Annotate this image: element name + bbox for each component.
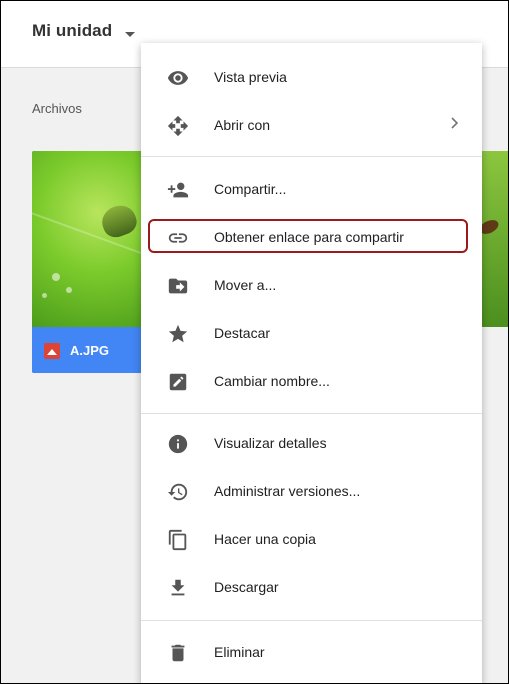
menu-item-label: Hacer una copia (214, 531, 316, 547)
chevron-right-icon (450, 116, 460, 130)
menu-item-label: Mover a... (214, 277, 277, 293)
menu-item-visualizar-detalles[interactable]: Visualizar detalles (141, 419, 482, 467)
water-drop (66, 287, 72, 293)
menu-item-descargar[interactable]: Descargar (141, 563, 482, 611)
menu-item-label: Abrir con (214, 117, 271, 133)
file-footer[interactable]: A.JPG (32, 327, 152, 373)
menu-divider (141, 620, 482, 621)
menu-item-hacer-copia[interactable]: Hacer una copia (141, 515, 482, 563)
files-section-label: Archivos (32, 101, 82, 116)
menu-item-obtener-enlace[interactable]: Obtener enlace para compartir (141, 213, 482, 261)
menu-item-label: Vista previa (214, 69, 287, 85)
image-icon (44, 343, 60, 359)
link-icon (167, 227, 189, 249)
menu-item-label: Administrar versiones... (214, 483, 361, 499)
chevron-down-icon[interactable] (125, 32, 135, 37)
menu-item-cambiar-nombre[interactable]: Cambiar nombre... (141, 357, 482, 405)
context-menu: Vista previa Abrir con Compartir... Obte… (141, 43, 482, 683)
menu-item-compartir[interactable]: Compartir... (141, 165, 482, 213)
folder-move-icon (167, 275, 189, 297)
menu-item-mover-a[interactable]: Mover a... (141, 261, 482, 309)
eye-icon (167, 67, 189, 89)
file-name: A.JPG (70, 343, 110, 358)
edit-icon (167, 371, 189, 393)
menu-item-label: Obtener enlace para compartir (214, 229, 404, 245)
menu-item-label: Visualizar detalles (214, 435, 327, 451)
menu-item-vista-previa[interactable]: Vista previa (141, 53, 482, 101)
menu-item-label: Destacar (214, 325, 271, 341)
file-thumbnail[interactable] (32, 151, 152, 327)
menu-item-label: Cambiar nombre... (214, 373, 330, 389)
frog-image (97, 201, 141, 241)
menu-divider (141, 413, 482, 414)
menu-item-label: Eliminar (214, 644, 265, 660)
file-card[interactable]: A.JPG (32, 151, 152, 373)
menu-item-eliminar[interactable]: Eliminar (141, 628, 482, 676)
water-drop (42, 293, 47, 298)
drive-window: Mi unidad Archivos A.JPG Vista previa Ab… (0, 0, 509, 684)
menu-item-abrir-con[interactable]: Abrir con (141, 101, 482, 149)
menu-item-label: Compartir... (214, 181, 287, 197)
page-title[interactable]: Mi unidad (32, 21, 112, 41)
info-icon (167, 433, 189, 455)
download-icon (167, 577, 189, 599)
person-add-icon (167, 179, 189, 201)
trash-icon (167, 642, 189, 664)
menu-item-label: Descargar (214, 579, 279, 595)
copy-icon (167, 529, 189, 551)
menu-divider (141, 156, 482, 157)
menu-item-destacar[interactable]: Destacar (141, 309, 482, 357)
star-icon (167, 323, 189, 345)
menu-item-administrar-versiones[interactable]: Administrar versiones... (141, 467, 482, 515)
move-arrows-icon (167, 115, 189, 137)
history-icon (167, 481, 189, 503)
water-drop (52, 273, 60, 281)
